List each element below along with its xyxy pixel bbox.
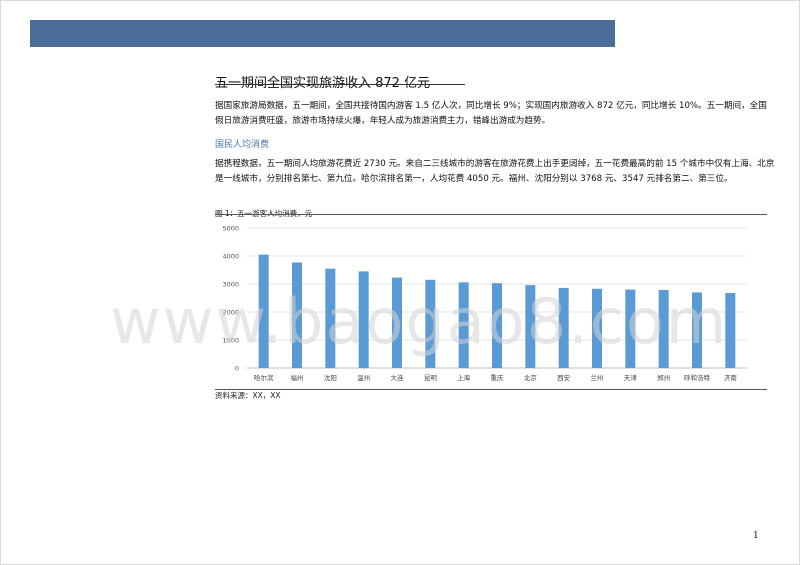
x-tick-label: 上海 bbox=[457, 373, 471, 382]
x-tick-label: 大连 bbox=[391, 373, 405, 382]
x-tick-label: 昆明 bbox=[424, 374, 438, 382]
figure-bottom-rule bbox=[215, 389, 767, 390]
page-number: 1 bbox=[753, 531, 759, 541]
title-underline bbox=[215, 84, 465, 85]
paragraph-1: 据国家旅游局数据，五一期间，全国共接待国内游客 1.5 亿人次，同比增长 9%；… bbox=[215, 101, 767, 126]
x-tick-label: 北京 bbox=[524, 373, 538, 382]
x-tick-label: 福州 bbox=[291, 373, 304, 382]
x-tick-label: 济南 bbox=[724, 373, 738, 382]
document-title: 五一期间全国实现旅游收入 872 亿元 bbox=[215, 76, 431, 91]
paragraph-2: 据携程数据，五一期间人均旅游花费近 2730 元。来自二三线城市的游客在旅游花费… bbox=[215, 159, 775, 184]
x-tick-label: 郑州 bbox=[657, 374, 670, 382]
figure-top-rule bbox=[215, 214, 767, 215]
section-heading: 国民人均消费 bbox=[215, 140, 270, 150]
x-tick-label: 兰州 bbox=[591, 373, 604, 382]
y-tick-label: 0 bbox=[235, 365, 239, 373]
header-bar bbox=[30, 20, 615, 47]
x-tick-label: 天津 bbox=[624, 374, 638, 382]
y-tick-label: 5000 bbox=[222, 225, 239, 233]
x-tick-label: 沈阳 bbox=[324, 373, 337, 382]
y-tick-label: 4000 bbox=[222, 253, 239, 261]
x-tick-label: 重庆 bbox=[491, 373, 505, 382]
x-tick-label: 哈尔滨 bbox=[254, 373, 274, 382]
x-tick-label: 温州 bbox=[357, 373, 370, 382]
x-tick-label: 呼和浩特 bbox=[684, 373, 711, 382]
figure-source: 资料来源：XX，XX bbox=[215, 391, 281, 400]
watermark-text: www.baogao8.com bbox=[110, 285, 729, 358]
x-tick-label: 西安 bbox=[557, 373, 571, 382]
